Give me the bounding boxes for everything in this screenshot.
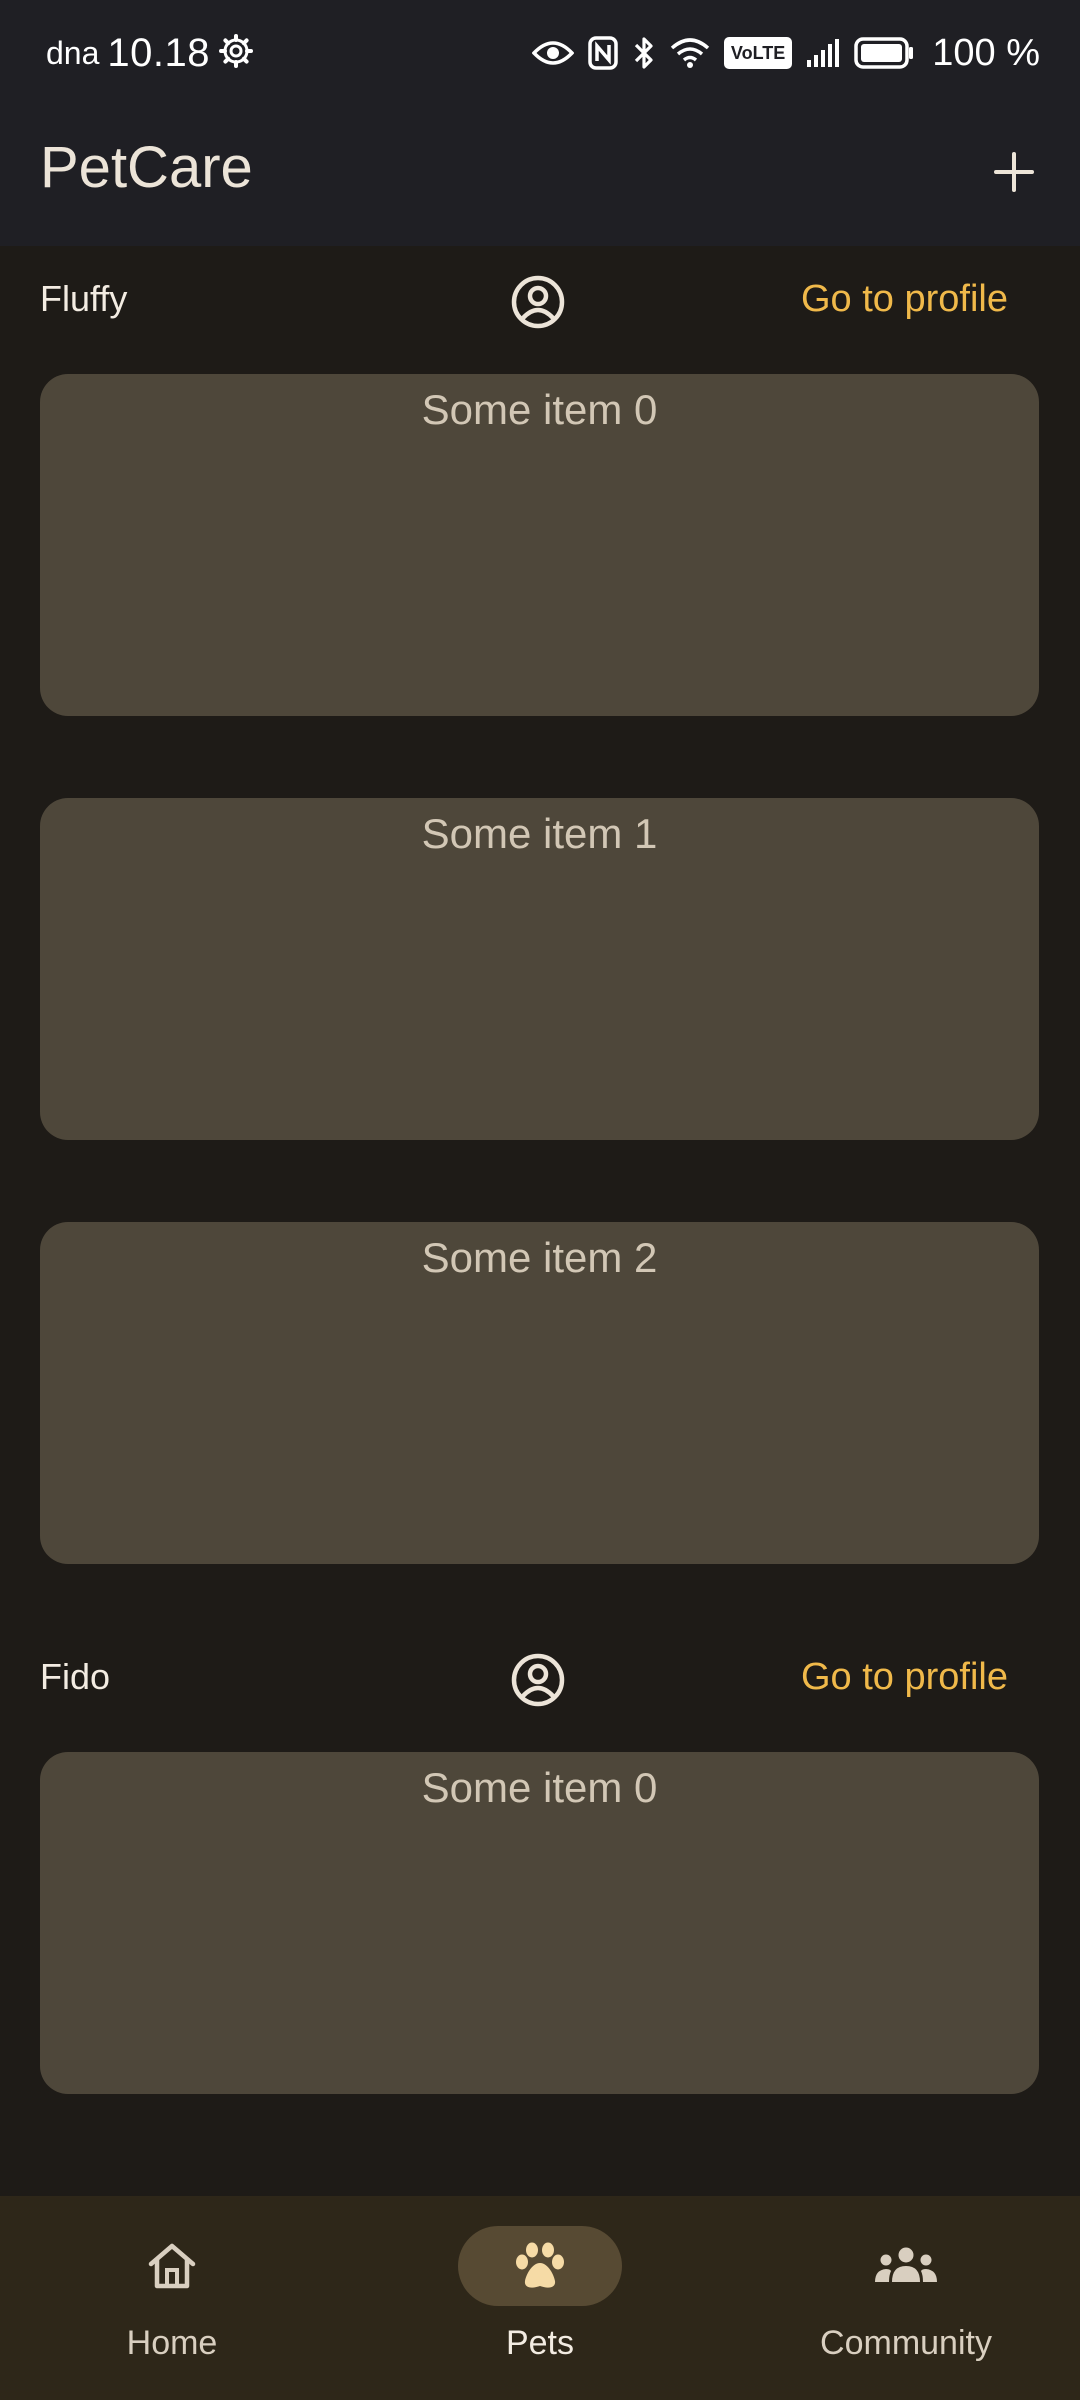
nav-icon-container: [90, 2226, 254, 2306]
status-left: dna 10.18: [46, 26, 254, 80]
app-bar: PetCare: [0, 104, 1080, 246]
paw-icon: [516, 2242, 564, 2288]
community-icon: [875, 2247, 937, 2282]
clock: 10.18: [107, 31, 210, 75]
go-to-profile-button[interactable]: Go to profile: [801, 1652, 1008, 1702]
item-card[interactable]: Some item 1: [40, 798, 1039, 1140]
add-pet-button[interactable]: [982, 140, 1046, 204]
nav-label-pets: Pets: [505, 2324, 575, 2362]
signal-icon: [806, 38, 840, 68]
go-to-profile-button[interactable]: Go to profile: [801, 274, 1008, 324]
pet-section-fluffy: Fluffy Go to profile Some item 0 Some it…: [0, 246, 1080, 1564]
account-circle-icon: [510, 1652, 566, 1708]
settings-icon: [218, 33, 254, 74]
status-bar: dna 10.18 VoLTE 100 %: [0, 0, 1080, 104]
status-right: VoLTE 100 %: [531, 26, 1040, 80]
app-title: PetCare: [40, 135, 253, 200]
nav-item-community[interactable]: Community: [756, 2226, 1056, 2386]
battery-icon: [854, 37, 914, 69]
bluetooth-icon: [632, 35, 656, 71]
bottom-navigation: Home Pets Community: [0, 2196, 1080, 2400]
item-label: Some item 0: [421, 386, 658, 433]
eye-icon: [531, 38, 574, 68]
item-label: Some item 2: [421, 1234, 658, 1281]
volte-icon: VoLTE: [723, 37, 793, 69]
screen: dna 10.18 VoLTE 100 % PetCare Fluffy Go …: [0, 0, 1080, 2400]
account-circle-icon: [510, 274, 566, 330]
nfc-icon: [588, 36, 618, 70]
nav-label-community: Community: [820, 2324, 992, 2362]
pet-section-fido: Fido Go to profile Some item 0: [0, 1624, 1080, 2094]
nav-active-indicator: [458, 2226, 622, 2306]
home-icon: [148, 2243, 196, 2289]
nav-item-pets[interactable]: Pets: [390, 2226, 690, 2386]
battery-percent: 100 %: [932, 32, 1040, 74]
nav-item-home[interactable]: Home: [22, 2226, 322, 2386]
carrier-label: dna: [46, 35, 100, 71]
pet-name: Fluffy: [40, 278, 128, 319]
pet-header: Fluffy Go to profile: [0, 246, 1080, 356]
nav-label-home: Home: [126, 2324, 218, 2362]
item-card[interactable]: Some item 0: [40, 374, 1039, 716]
item-card[interactable]: Some item 2: [40, 1222, 1039, 1564]
item-card[interactable]: Some item 0: [40, 1752, 1039, 2094]
pet-name: Fido: [40, 1656, 111, 1697]
plus-icon: [994, 152, 1034, 192]
item-label: Some item 0: [421, 1764, 658, 1811]
wifi-icon: [670, 36, 710, 70]
pet-header: Fido Go to profile: [0, 1624, 1080, 1734]
pet-list[interactable]: Fluffy Go to profile Some item 0 Some it…: [0, 246, 1080, 2196]
nav-icon-container: [824, 2226, 988, 2306]
item-label: Some item 1: [421, 810, 658, 857]
